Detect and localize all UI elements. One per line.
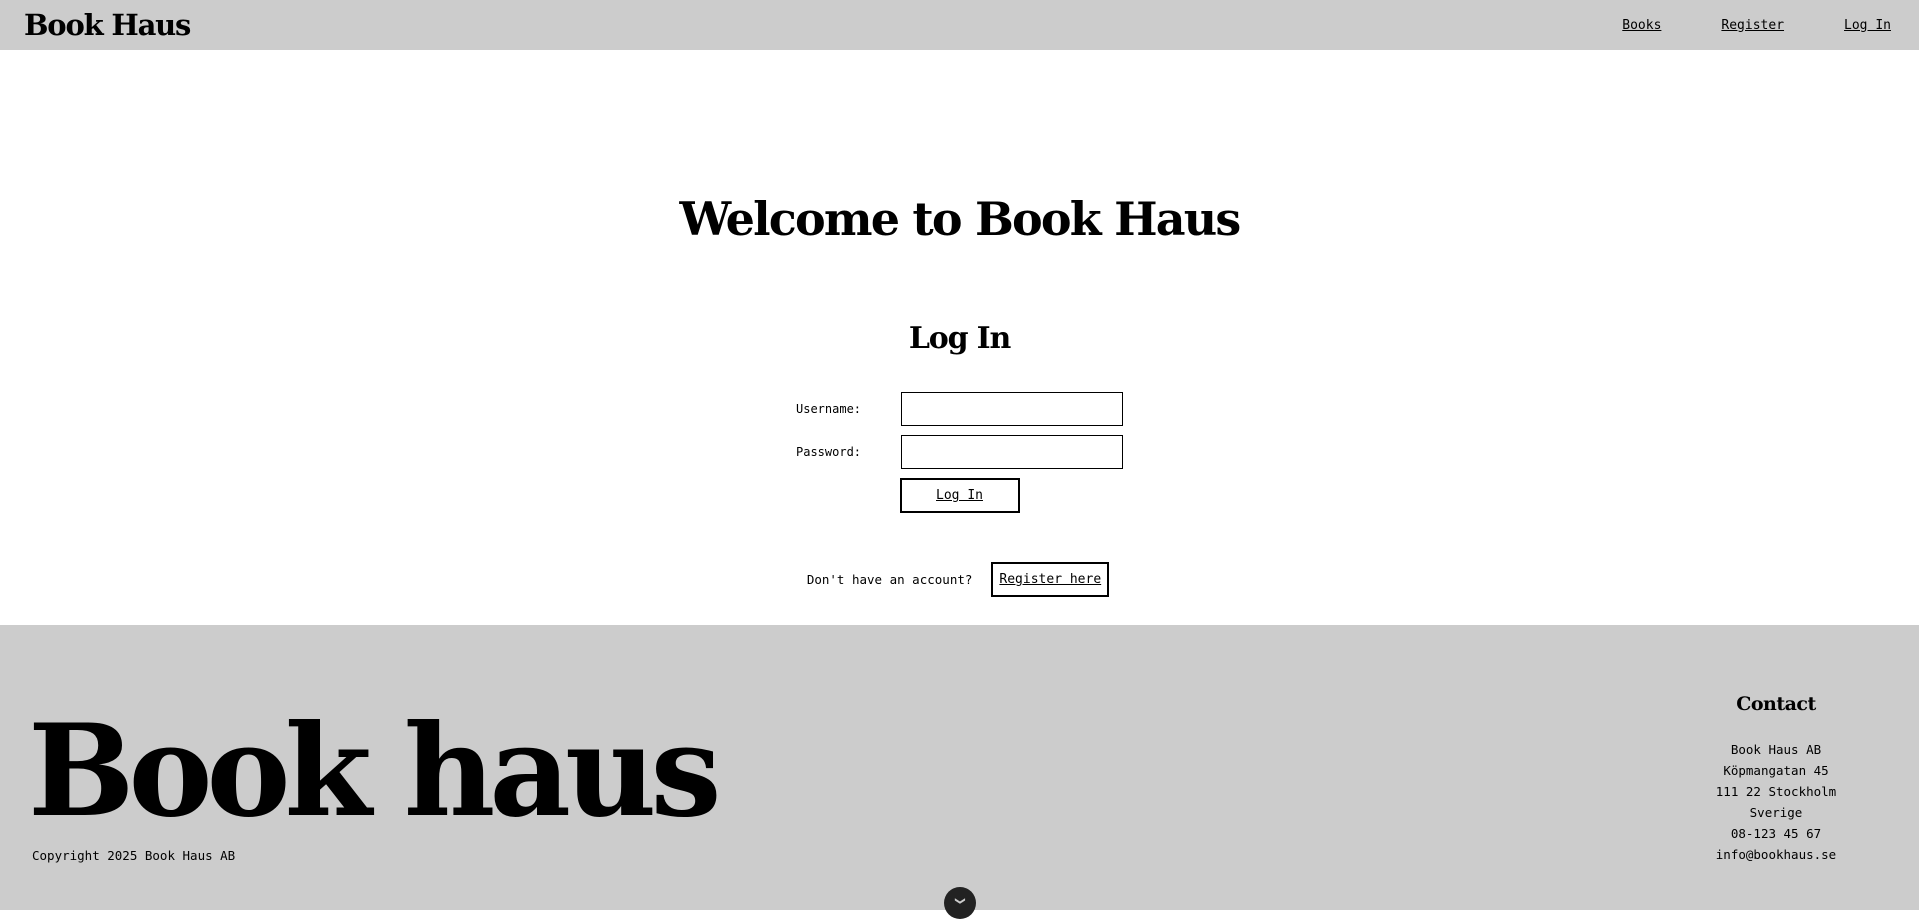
username-row: Username:: [0, 392, 1919, 426]
register-here-button[interactable]: Register here: [991, 562, 1110, 597]
site-header: Book Haus Books Register Log In: [0, 0, 1919, 50]
login-button-row: Log In: [0, 478, 1919, 513]
contact-street: Köpmangatan 45: [1723, 763, 1829, 778]
contact-country: Sverige: [1749, 805, 1803, 820]
contact-postal: 111 22 Stockholm: [1715, 784, 1837, 799]
brand-logo[interactable]: Book Haus: [24, 8, 191, 42]
footer-logo: Book haus: [28, 697, 722, 845]
contact-phone[interactable]: 08-123 45 67: [1706, 823, 1846, 844]
main-nav: Books Register Log In: [1622, 18, 1891, 33]
login-form: Username: Password: Log In: [0, 392, 1919, 513]
login-heading: Log In: [908, 321, 1011, 356]
welcome-heading: Welcome to Book Haus: [679, 192, 1242, 246]
contact-company: Book Haus AB: [1730, 742, 1822, 757]
username-label: Username:: [796, 402, 862, 416]
site-footer: Book haus Copyright 2025 Book Haus AB Co…: [0, 625, 1919, 919]
password-row: Password:: [0, 435, 1919, 469]
nav-link-login[interactable]: Log In: [1844, 18, 1891, 33]
register-prompt: Don't have an account? Register here: [0, 562, 1919, 597]
chevron-down-icon: ❯: [952, 896, 968, 906]
contact-section: Contact Book Haus AB Köpmangatan 45 111 …: [1706, 693, 1846, 865]
no-account-text: Don't have an account?: [806, 572, 973, 587]
main-content: Welcome to Book Haus Log In Username: Pa…: [0, 50, 1919, 625]
contact-heading: Contact: [1736, 693, 1816, 715]
login-button[interactable]: Log In: [899, 478, 1020, 513]
nav-link-register[interactable]: Register: [1721, 18, 1784, 33]
password-input[interactable]: [901, 435, 1123, 469]
username-input[interactable]: [901, 392, 1123, 426]
scroll-down-button[interactable]: ❯: [944, 887, 976, 919]
contact-email[interactable]: info@bookhaus.se: [1706, 844, 1846, 865]
nav-link-books[interactable]: Books: [1622, 18, 1661, 33]
copyright-text: Copyright 2025 Book Haus AB: [32, 848, 236, 863]
password-label: Password:: [796, 445, 862, 459]
